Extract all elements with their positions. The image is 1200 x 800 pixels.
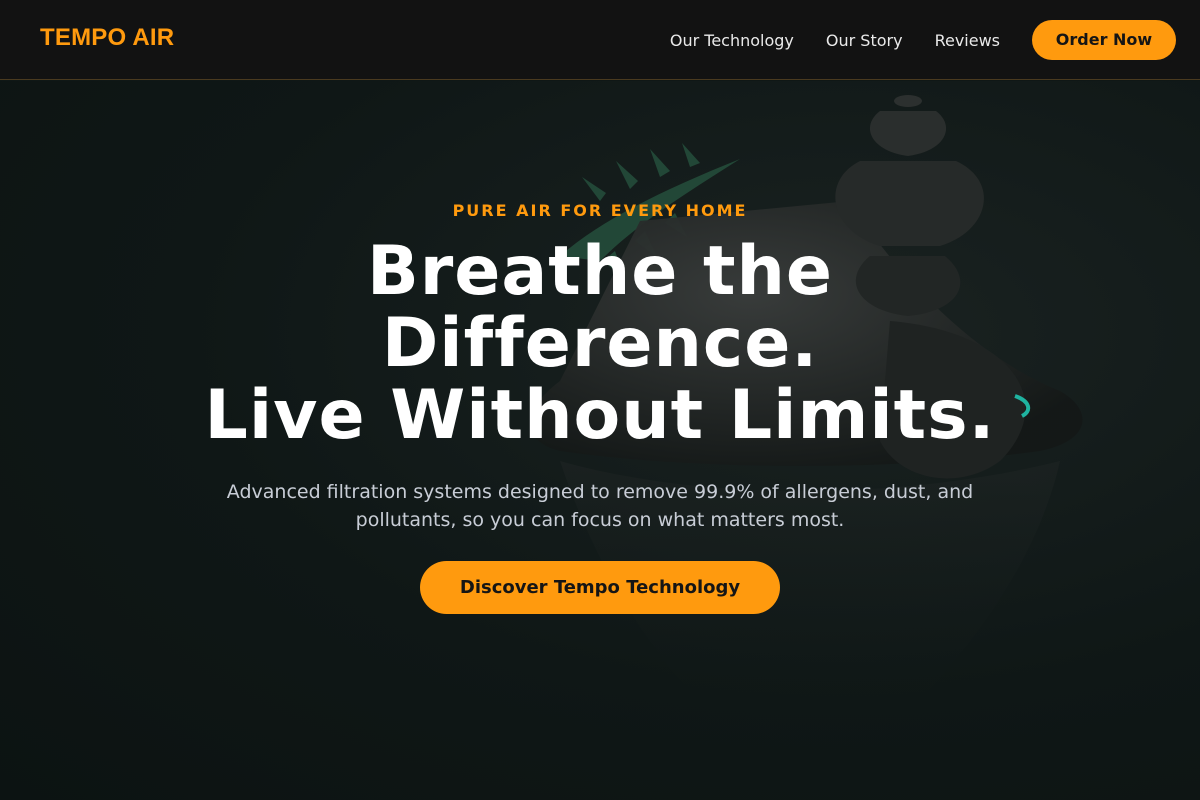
hero-eyebrow: PURE AIR FOR EVERY HOME	[452, 201, 748, 220]
brand-logo[interactable]: TEMPO AIR	[40, 24, 174, 52]
nav-link-reviews[interactable]: Reviews	[935, 31, 1000, 50]
headline-line-3: Live Without Limits.	[204, 376, 996, 455]
nav-links: Our Technology Our Story Reviews Order N…	[670, 20, 1176, 60]
headline-line-2: Difference.	[381, 304, 819, 383]
discover-technology-button[interactable]: Discover Tempo Technology	[420, 561, 780, 614]
headline-line-1: Breathe the	[366, 232, 834, 311]
hero-section: PURE AIR FOR EVERY HOME Breathe the Diff…	[0, 81, 1200, 800]
top-navbar: TEMPO AIR Our Technology Our Story Revie…	[0, 0, 1200, 80]
nav-link-our-story[interactable]: Our Story	[826, 31, 903, 50]
nav-link-our-technology[interactable]: Our Technology	[670, 31, 794, 50]
hero-subtext: Advanced filtration systems designed to …	[226, 481, 974, 531]
hero-headline: Breathe the Difference. Live Without Lim…	[0, 236, 1200, 452]
order-now-button[interactable]: Order Now	[1032, 20, 1176, 60]
